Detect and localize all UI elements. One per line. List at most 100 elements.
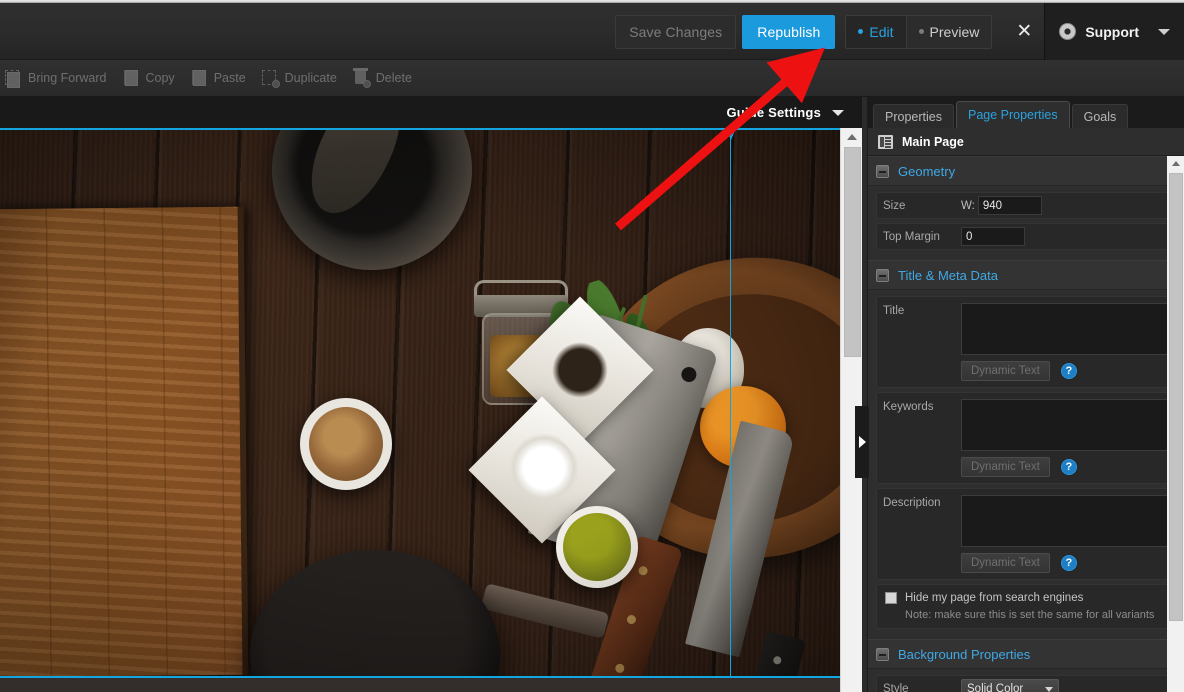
tab-goals-label: Goals (1083, 109, 1117, 124)
page-background-image (0, 128, 840, 678)
close-glyph: ✕ (1016, 21, 1033, 42)
top-margin-row: Top Margin (876, 223, 1177, 250)
keywords-textarea[interactable] (961, 399, 1170, 451)
description-textarea[interactable] (961, 495, 1170, 547)
tab-preview[interactable]: Preview (907, 16, 992, 48)
delete-button[interactable]: Delete (348, 60, 423, 97)
title-dynamic-text-button[interactable]: Dynamic Text (961, 361, 1050, 381)
preview-dot-icon (918, 29, 924, 34)
description-dynamic-text-button[interactable]: Dynamic Text (961, 553, 1050, 573)
tab-page-properties[interactable]: Page Properties (955, 101, 1070, 128)
page-canvas[interactable] (0, 128, 862, 692)
style-select[interactable]: Solid Color (961, 679, 1059, 692)
paste-label: Paste (213, 71, 246, 85)
keywords-help-icon[interactable]: ? (1060, 459, 1077, 475)
panel-vertical-scrollbar[interactable] (1167, 156, 1184, 692)
bring-forward-icon (4, 69, 22, 88)
page-icon (878, 134, 893, 149)
description-help-icon[interactable]: ? (1060, 555, 1077, 571)
width-input[interactable] (977, 196, 1042, 215)
canvas-scroll-thumb[interactable] (844, 147, 861, 357)
bring-forward-label: Bring Forward (28, 71, 107, 85)
edit-label: Edit (869, 23, 894, 40)
panel-scroll-up-arrow-icon[interactable] (1167, 156, 1184, 171)
panel-scroll-thumb[interactable] (1169, 173, 1183, 621)
save-changes-button[interactable]: Save Changes (615, 14, 737, 49)
cleaver-hole (679, 365, 699, 384)
help-glyph: ? (1065, 365, 1073, 377)
section-geometry-header[interactable]: Geometry (868, 156, 1184, 186)
size-row: Size W: (876, 192, 1177, 219)
title-help-icon[interactable]: ? (1060, 363, 1077, 379)
collapse-minus-icon[interactable] (876, 164, 889, 178)
hide-page-checkbox-line[interactable]: Hide my page from search engines (885, 592, 1168, 604)
width-prefix: W: (961, 199, 975, 212)
hide-page-label: Hide my page from search engines (905, 592, 1084, 604)
guide-settings-label: Guide Settings (726, 105, 821, 120)
title-label: Title (883, 305, 905, 317)
dynamic-text-label: Dynamic Text (971, 461, 1040, 473)
support-menu[interactable]: Support (1044, 3, 1184, 60)
section-background-fields: Style Solid Color Color # (868, 669, 1184, 692)
guide-line-top[interactable] (0, 128, 840, 130)
close-icon[interactable]: ✕ (1004, 3, 1044, 60)
tab-properties[interactable]: Properties (873, 104, 954, 128)
description-tools: Dynamic Text ? (961, 553, 1170, 573)
title-tools: Dynamic Text ? (961, 361, 1170, 381)
style-label: Style (883, 683, 909, 692)
page-title: Main Page (902, 134, 964, 149)
panel-collapse-button[interactable] (855, 406, 869, 478)
section-background-title: Background Properties (898, 646, 1031, 662)
section-geometry-title: Geometry (898, 163, 956, 179)
tab-page-properties-label: Page Properties (967, 108, 1058, 122)
title-textarea[interactable] (961, 303, 1170, 355)
support-label: Support (1085, 23, 1139, 40)
section-background-header[interactable]: Background Properties (868, 639, 1184, 669)
scroll-up-arrow-icon[interactable] (841, 128, 863, 145)
section-meta-fields: Title Dynamic Text ? Keywords Dynamic Te… (868, 290, 1184, 639)
keywords-row: Keywords Dynamic Text ? (876, 392, 1177, 484)
duplicate-button[interactable]: Duplicate (257, 60, 348, 97)
section-geometry-fields: Size W: Top Margin (868, 186, 1184, 260)
top-margin-input[interactable] (961, 227, 1025, 246)
dynamic-text-label: Dynamic Text (971, 557, 1040, 569)
title-row: Title Dynamic Text ? (876, 296, 1177, 388)
section-meta-header[interactable]: Title & Meta Data (868, 260, 1184, 290)
delete-label: Delete (375, 71, 412, 85)
republish-button[interactable]: Republish (742, 14, 836, 49)
collapse-minus-icon[interactable] (876, 268, 889, 282)
guide-line-bottom[interactable] (0, 676, 840, 678)
section-meta-title: Title & Meta Data (898, 267, 998, 283)
top-margin-label: Top Margin (883, 230, 940, 243)
size-label: Size (883, 199, 906, 212)
save-changes-label: Save Changes (629, 23, 723, 40)
guide-settings-bar[interactable]: Guide Settings (0, 97, 862, 128)
keywords-label: Keywords (883, 401, 934, 413)
edit-toolbar: Bring Forward Copy Paste Duplicate Delet… (0, 60, 1184, 97)
chevron-right-icon (858, 436, 866, 448)
tab-properties-label: Properties (885, 109, 942, 124)
tab-edit[interactable]: Edit (846, 15, 906, 48)
brown-sugar-bowl (300, 398, 392, 490)
help-glyph: ? (1065, 557, 1073, 569)
keywords-dynamic-text-button[interactable]: Dynamic Text (961, 457, 1050, 477)
paste-icon (190, 69, 208, 87)
bring-forward-button[interactable]: Bring Forward (0, 60, 118, 97)
preview-label: Preview (929, 23, 980, 40)
avatar (1059, 23, 1077, 40)
delete-icon (352, 68, 371, 88)
hide-page-checkbox[interactable] (885, 592, 897, 604)
duplicate-icon (261, 69, 280, 88)
page-editor-app: Save Changes Republish Edit Preview ✕ Su… (0, 0, 1184, 692)
panel-body: Geometry Size W: Top Margin Title & Meta… (868, 156, 1184, 692)
chevron-down-icon (1045, 686, 1053, 692)
paste-button[interactable]: Paste (186, 60, 257, 97)
chevron-down-icon (832, 109, 844, 116)
guide-line-vertical[interactable] (730, 128, 731, 678)
tab-goals[interactable]: Goals (1071, 104, 1129, 128)
dynamic-text-label: Dynamic Text (971, 365, 1040, 377)
copy-button[interactable]: Copy (118, 60, 186, 97)
cutting-board (0, 206, 243, 678)
panel-divider (862, 97, 867, 692)
collapse-minus-icon[interactable] (876, 647, 889, 661)
